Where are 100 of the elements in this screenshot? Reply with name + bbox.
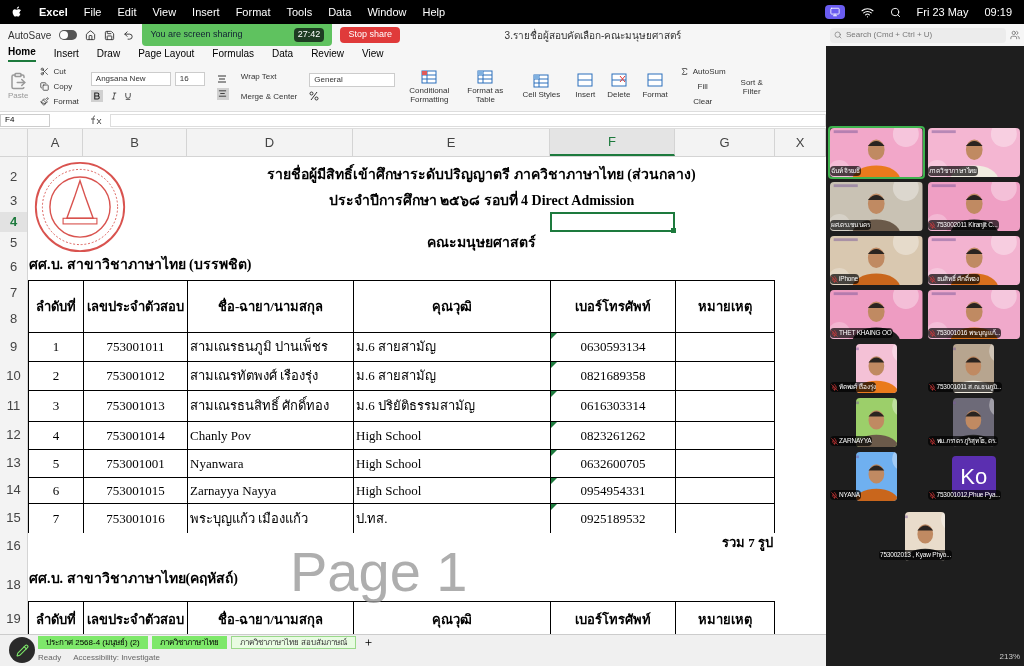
autosave-toggle[interactable] [59,30,78,40]
row-number[interactable]: 12 [0,421,27,449]
name-box[interactable]: F4 [0,113,50,127]
people-icon[interactable] [1010,30,1020,40]
ribbon-tab[interactable]: View [361,46,384,62]
menu-item[interactable]: Data [328,3,352,21]
ribbon-tab[interactable]: Page Layout [138,46,195,62]
table-cell: Zarnayya Nayya [187,477,353,503]
fill-button[interactable]: Fill [679,80,726,93]
column-header[interactable]: G [675,129,775,156]
row-number[interactable]: 13 [0,449,27,477]
column-header[interactable]: B [83,129,187,156]
active-cell[interactable] [550,212,675,232]
sheet-tab[interactable]: ภาควิชาภาษาไทย สอบสัมภาษณ์ [230,636,356,649]
column-header[interactable]: A [28,129,83,156]
accessibility-status[interactable]: Accessibility: Investigate [73,652,160,664]
row-number[interactable]: 11 [0,390,27,421]
format-painter-button[interactable]: Format [40,95,79,108]
menu-item[interactable]: Insert [192,3,220,21]
menu-item[interactable]: Tools [286,3,313,21]
font-field[interactable]: Angsana New [90,71,171,86]
row-number[interactable]: 6 [0,254,27,280]
table-cell: 753001013 [83,390,187,421]
undo-icon[interactable] [123,29,135,41]
cells-button[interactable]: Insert [575,72,596,101]
row-number[interactable]: 5 [0,232,27,254]
search-icon[interactable] [889,6,901,18]
underline-icon[interactable] [124,91,131,100]
home-icon[interactable] [85,29,97,41]
sheet-tab[interactable]: ภาควิชาภาษาไทย [151,636,227,649]
menu-date[interactable]: Fri 23 May [916,3,969,21]
menu-item[interactable]: Format [235,3,271,21]
align-top-icon[interactable] [216,73,227,84]
percent-icon[interactable] [309,90,320,101]
row-number[interactable]: 8 [0,306,27,332]
save-icon[interactable] [104,29,116,41]
row-number[interactable]: 16 [0,533,27,558]
styles-button[interactable]: Conditional Formatting [407,69,452,104]
table-cell: 753001015 [83,477,187,503]
sharing-label: You are screen sharing [150,28,243,42]
column-header[interactable]: F [550,129,675,156]
bold-icon[interactable] [90,89,103,102]
cut-button[interactable]: Cut [40,65,79,78]
row-number[interactable]: 3 [0,190,27,212]
row-number[interactable]: 15 [0,503,27,533]
row-number[interactable]: 9 [0,332,27,361]
wifi-icon[interactable] [860,5,874,19]
styles-button[interactable]: Cell Styles [519,74,564,99]
cells-button[interactable]: Delete [607,72,631,101]
add-sheet-icon[interactable] [363,638,373,647]
column-header[interactable]: D [187,129,353,156]
sort-filter-button[interactable]: Sort & Filter [737,77,766,96]
row-number[interactable]: 7 [0,280,27,306]
ribbon-tab[interactable]: Data [272,46,294,62]
wrap-text-button[interactable]: Wrap Text [240,70,298,83]
number-format-field[interactable]: General [309,72,396,87]
screen-share-icon[interactable] [824,5,845,19]
zoom-level[interactable]: 213% [999,651,1020,663]
meeting-search-field[interactable]: Search (Cmd + Ctrl + U) [830,27,1006,43]
error-indicator-icon [551,333,557,339]
ribbon-tab[interactable]: Draw [96,46,121,62]
font-size-field[interactable]: 16 [174,71,205,86]
menu-item[interactable]: Edit [117,3,137,21]
row-number[interactable]: 18 [0,568,27,601]
error-indicator-icon [551,362,557,368]
menu-item[interactable]: Window [367,3,407,21]
menu-item[interactable]: File [83,3,102,21]
row-number[interactable]: 2 [0,164,27,190]
app-menu[interactable]: Excel [39,3,68,21]
table-icon [477,69,494,84]
merge-center-button[interactable]: Merge & Center [240,90,298,103]
row-number[interactable]: 14 [0,477,27,503]
clear-button[interactable]: Clear [679,95,726,108]
align-center-icon[interactable] [216,87,229,100]
apple-logo-icon[interactable] [12,6,23,18]
ribbon-tab[interactable]: Review [311,46,344,62]
menu-time[interactable]: 09:19 [984,3,1012,21]
italic-icon[interactable] [110,91,117,100]
function-icon[interactable] [90,115,102,125]
copy-button[interactable]: Copy [40,80,79,93]
formula-field[interactable] [110,113,826,127]
table-cell: พระบุญแก้ว เมืองแก้ว [187,503,353,533]
autosum-button[interactable]: AutoSum [679,65,726,78]
row-number[interactable]: 10 [0,361,27,390]
cells-button[interactable]: Format [642,72,668,101]
menu-item[interactable]: View [152,3,177,21]
styles-button[interactable]: Format as Table [463,69,508,104]
table-cell: 3 [28,390,83,421]
column-heading: เลขประจำตัวสอบ [83,280,187,332]
row-number[interactable]: 4 [0,212,27,232]
menu-item[interactable]: Help [422,3,446,21]
ribbon-tab[interactable]: Insert [53,46,79,62]
sheet-title: คณะมนุษยศาสตร์ [427,233,536,253]
sheet-tab[interactable]: ประกาศ 2568-4 (มนุษย์) (2) [38,636,148,649]
row-number[interactable]: 19 [0,601,27,634]
table-cell: 753001012 [83,361,187,390]
document-title[interactable]: 3.รายชื่อผู้สอบคัดเลือก-คณะมนุษยศาสตร์ [504,27,682,43]
ribbon-tab[interactable]: Formulas [212,46,254,62]
table-cell: ม.6 ปริยัติธรรมสามัญ [353,390,550,421]
stop-share-button[interactable]: Stop share [340,27,400,43]
